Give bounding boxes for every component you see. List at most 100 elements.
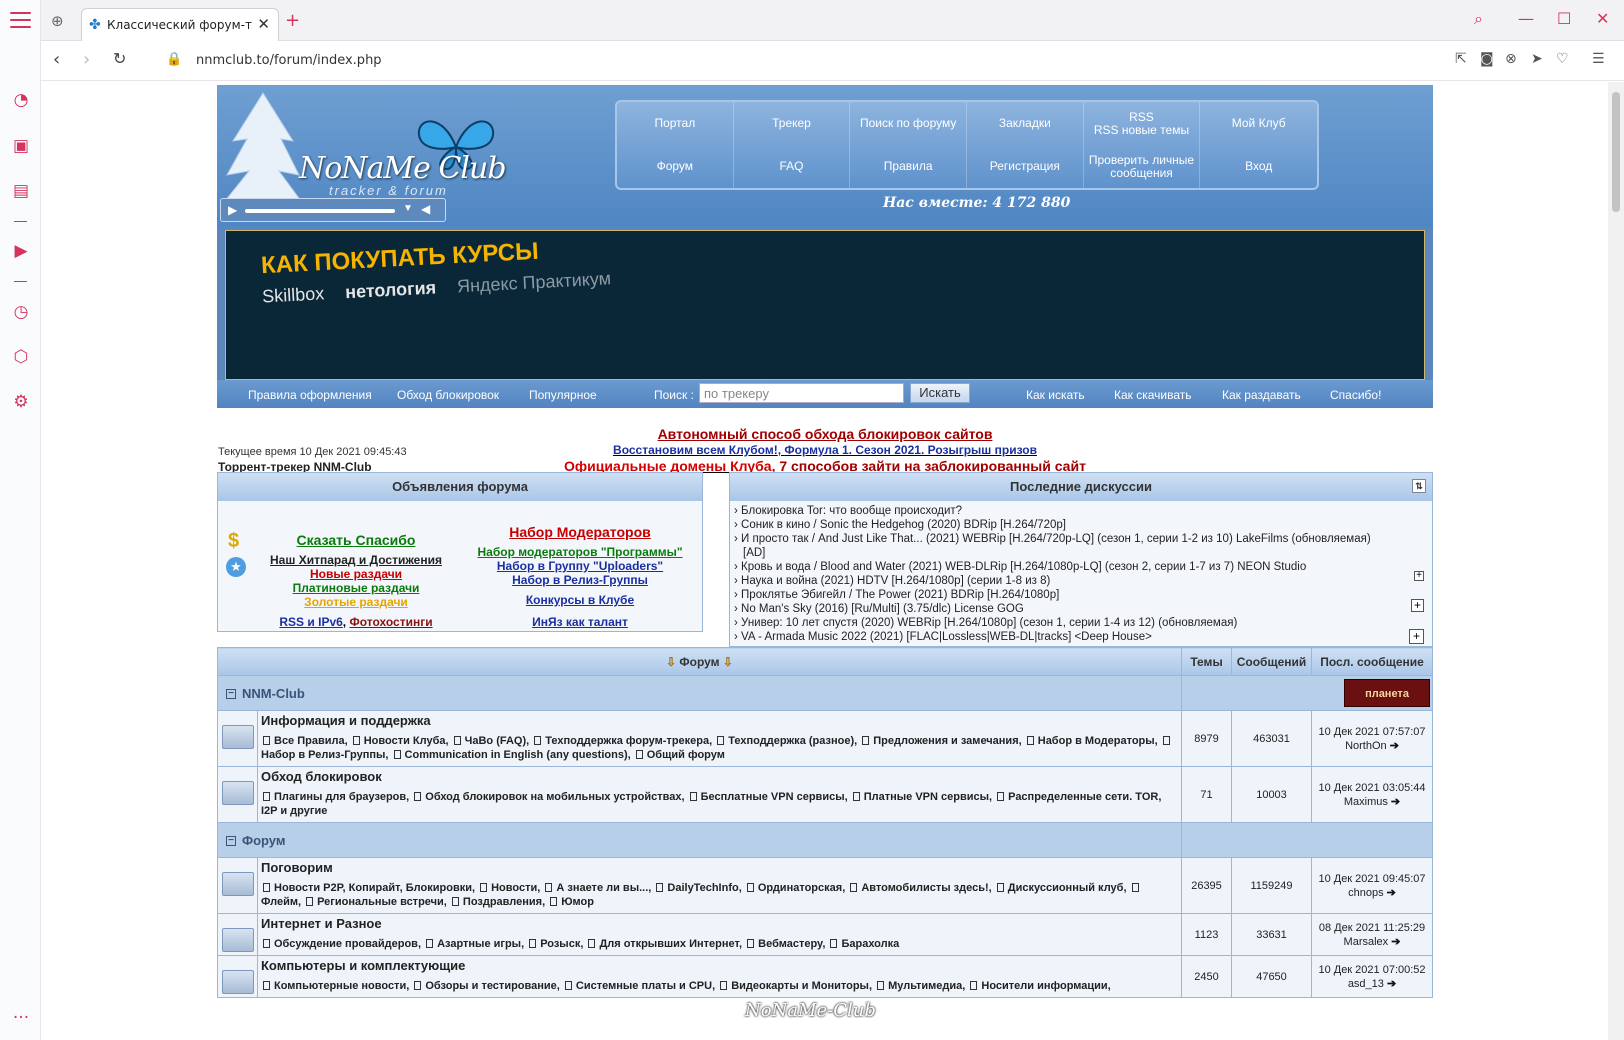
- discussion-item[interactable]: › Блокировка Tor: что вообще происходит?: [734, 504, 1428, 518]
- subforum-link[interactable]: Обзоры и тестирование: [425, 980, 556, 992]
- discussion-item[interactable]: › Кровь и вода / Blood and Water (2021) …: [734, 560, 1428, 574]
- goto-last-post-icon[interactable]: ➔: [1388, 796, 1400, 808]
- expand-icon[interactable]: +: [1409, 629, 1424, 644]
- discussion-title[interactable]: Наука и война (2021) HDTV [H.264/1080p] …: [741, 575, 1050, 587]
- menu-icon[interactable]: [10, 12, 31, 28]
- expand-icon[interactable]: +: [1414, 571, 1424, 581]
- announcement-link[interactable]: Наш Хитпарад и Достижения: [254, 553, 458, 567]
- subforum-link[interactable]: Видеокарты и Мониторы: [731, 980, 869, 992]
- link-how-to-download[interactable]: Как скачивать: [1114, 388, 1192, 402]
- new-tab-icon[interactable]: +: [285, 10, 300, 31]
- search-input[interactable]: по трекеру: [699, 383, 904, 403]
- nav-login[interactable]: Вход: [1200, 145, 1317, 188]
- discussion-title[interactable]: VA - Armada Music 2022 (2021) [FLAC|Loss…: [741, 631, 1152, 643]
- adblock-icon[interactable]: ⊗: [1505, 51, 1517, 67]
- discussion-title[interactable]: И просто так / And Just Like That... (20…: [741, 533, 1371, 545]
- goto-last-post-icon[interactable]: ➔: [1388, 936, 1400, 948]
- nav-forum[interactable]: Форум: [617, 145, 734, 188]
- subforum-link[interactable]: Региональные встречи: [317, 896, 444, 908]
- search-icon[interactable]: ⌕: [1474, 9, 1483, 29]
- announce-restore[interactable]: Восстановим всем Клубом!: [613, 443, 778, 457]
- subforum-link[interactable]: Новости: [491, 882, 537, 894]
- link-popular[interactable]: Популярное: [529, 388, 597, 402]
- radio-player[interactable]: ▶ ▼ ◀: [220, 198, 446, 222]
- maximize-icon[interactable]: ☐: [1557, 9, 1571, 28]
- forum-name[interactable]: Поговорим: [258, 858, 1181, 877]
- minimize-icon[interactable]: —: [1518, 9, 1534, 28]
- subforum-link[interactable]: ЧаВо (FAQ): [465, 735, 527, 747]
- category-nnm-club[interactable]: − NNM-Club: [217, 675, 1182, 711]
- subforum-link[interactable]: Предложения и замечания: [873, 735, 1018, 747]
- subforum-link[interactable]: Плагины для браузеров: [274, 791, 406, 803]
- announcement-link[interactable]: Конкурсы в Клубе: [462, 593, 698, 607]
- forum-name[interactable]: Компьютеры и комплектующие: [258, 956, 1181, 975]
- ad-banner[interactable]: КАК ПОКУПАТЬ КУРСЫ Skillbox нетология Ян…: [217, 227, 1433, 380]
- subforum-link[interactable]: Мультимедиа: [888, 980, 962, 992]
- subforum-link[interactable]: Юмор: [561, 896, 594, 908]
- subforum-link[interactable]: Бесплатные VPN сервисы: [701, 791, 845, 803]
- subforum-link[interactable]: Техподдержка (разное): [728, 735, 854, 747]
- announce-formula1[interactable]: Формула 1. Сезон 2021. Розыгрыш призов: [784, 443, 1037, 457]
- player-progress[interactable]: [245, 209, 395, 213]
- url-field[interactable]: nnmclub.to/forum/index.php: [196, 53, 382, 68]
- nav-rules[interactable]: Правила: [850, 145, 967, 188]
- box-icon[interactable]: ⬡: [10, 346, 32, 368]
- subforum-link[interactable]: Флейм: [261, 896, 298, 908]
- bag-icon[interactable]: ▣: [10, 135, 32, 157]
- close-window-icon[interactable]: ✕: [1596, 9, 1609, 28]
- last-post-user[interactable]: Maximus: [1344, 796, 1388, 808]
- subforum-link[interactable]: Системные платы и CPU: [576, 980, 712, 992]
- discussion-title[interactable]: Кровь и вода / Blood and Water (2021) WE…: [741, 561, 1306, 573]
- send-icon[interactable]: ➤: [1531, 51, 1543, 67]
- nav-forum-search[interactable]: Поиск по форуму: [850, 102, 967, 145]
- scroll-thumb[interactable]: [1612, 92, 1620, 212]
- subforum-link[interactable]: Для открывших Интернет: [599, 938, 739, 950]
- site-logo[interactable]: NoNaMe Club: [299, 151, 507, 186]
- subforum-link[interactable]: Набор в Модераторы: [1038, 735, 1155, 747]
- link-bypass-blocks[interactable]: Обход блокировок: [397, 388, 499, 402]
- player-icon[interactable]: ▶: [10, 240, 32, 262]
- discussion-item[interactable]: › Проклятье Эбигейл / The Power (2021) B…: [734, 588, 1428, 602]
- subforum-link[interactable]: Барахолка: [841, 938, 899, 950]
- discussion-item[interactable]: › Наука и война (2021) HDTV [H.264/1080p…: [734, 574, 1428, 588]
- nav-private-messages[interactable]: Проверить личные сообщения: [1084, 145, 1201, 188]
- announcement-link[interactable]: Платиновые раздачи: [254, 581, 458, 595]
- subforum-link[interactable]: Азартные игры: [437, 938, 521, 950]
- last-post-user[interactable]: NorthOn: [1345, 740, 1387, 752]
- chevron-down-icon[interactable]: ▼: [403, 203, 413, 214]
- last-post-user[interactable]: asd_13: [1348, 978, 1384, 990]
- twitch-icon[interactable]: ▤: [10, 180, 32, 202]
- announcement-link[interactable]: Новые раздачи: [254, 567, 458, 581]
- last-post-user[interactable]: Marsalex: [1344, 936, 1389, 948]
- link-how-to-seed[interactable]: Как раздавать: [1222, 388, 1301, 402]
- subforum-link[interactable]: А знаете ли вы...: [556, 882, 648, 894]
- nav-tracker[interactable]: Трекер: [734, 102, 851, 145]
- nav-my-club[interactable]: Мой Клуб: [1200, 102, 1317, 145]
- search-button[interactable]: Искать: [910, 383, 970, 403]
- discussion-title[interactable]: Блокировка Tor: что вообще происходит?: [741, 505, 962, 517]
- collapse-icon[interactable]: ⇅: [1412, 479, 1426, 493]
- subforum-link[interactable]: Компьютерные новости: [274, 980, 406, 992]
- volume-icon[interactable]: ◀: [421, 202, 430, 216]
- discussion-title[interactable]: Универ: 10 лет спустя (2020) WEBRip [H.2…: [741, 617, 1237, 629]
- discussion-title[interactable]: Соник в кино / Sonic the Hedgehog (2020)…: [741, 519, 1066, 531]
- goto-last-post-icon[interactable]: ➔: [1387, 740, 1399, 752]
- collapse-icon[interactable]: −: [226, 689, 236, 700]
- discussion-item[interactable]: › No Man's Sky (2016) [Ru/Multi] (3.75/d…: [734, 602, 1428, 616]
- ad-banner-image[interactable]: КАК ПОКУПАТЬ КУРСЫ Skillbox нетология Ян…: [225, 230, 1425, 380]
- nav-portal[interactable]: Портал: [617, 102, 734, 145]
- goto-last-post-icon[interactable]: ➔: [1384, 887, 1396, 899]
- subforum-link[interactable]: Ординаторская: [758, 882, 842, 894]
- heart-icon[interactable]: ♡: [1556, 51, 1569, 67]
- last-post-user[interactable]: chnops: [1348, 887, 1383, 899]
- forum-name[interactable]: Обход блокировок: [258, 767, 1181, 786]
- link-thanks[interactable]: Спасибо!: [1330, 388, 1381, 402]
- subforum-link[interactable]: Новости P2P, Копирайт, Блокировки: [274, 882, 472, 894]
- camera-icon[interactable]: ◙: [1480, 51, 1494, 67]
- collapse-icon[interactable]: −: [226, 836, 236, 847]
- subforum-link[interactable]: Обход блокировок на мобильных устройства…: [425, 791, 681, 803]
- subforum-link[interactable]: Новости Клуба: [364, 735, 446, 747]
- subforum-link[interactable]: Поздравления: [463, 896, 542, 908]
- nav-register[interactable]: Регистрация: [967, 145, 1084, 188]
- subforum-link[interactable]: Автомобилисты здесь!: [861, 882, 988, 894]
